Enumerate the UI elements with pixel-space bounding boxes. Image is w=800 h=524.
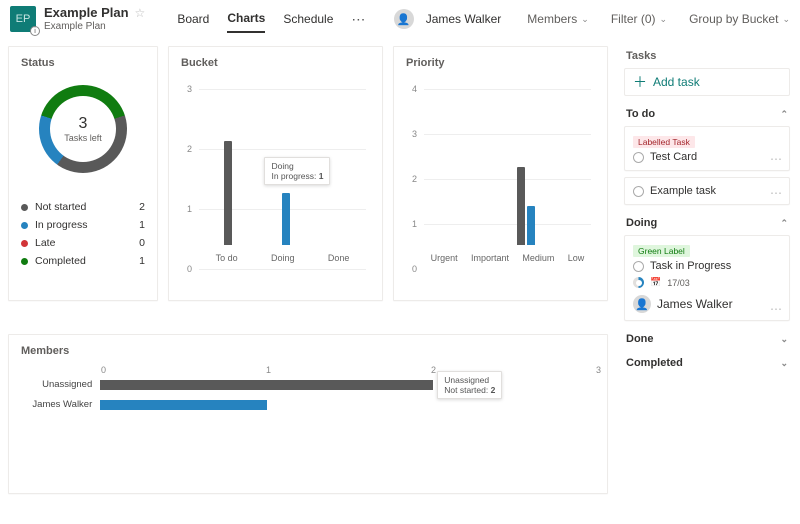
avatar[interactable] xyxy=(394,9,414,29)
status-panel: Status 3 Tasks left Not started 2 In xyxy=(8,46,158,301)
chevron-up-icon: ⌃ xyxy=(780,218,788,229)
members-tooltip: Unassigned Not started: 2 xyxy=(437,371,502,399)
members-panel: Members 0 1 2 3 Unassigned Unassigned No… xyxy=(8,334,608,494)
info-icon[interactable]: i xyxy=(30,26,40,36)
priority-panel: Priority 0 1 2 3 4 xyxy=(393,46,608,301)
status-legend: Not started 2 In progress 1 Late 0 Compl… xyxy=(21,201,145,267)
view-tabs: Board Charts Schedule ⋯ xyxy=(177,5,366,33)
bucket-chart: 0 1 2 3 Doing In progress: 1 xyxy=(187,89,370,269)
priority-col-medium xyxy=(517,167,535,245)
chevron-down-icon: ⌄ xyxy=(782,14,790,25)
chevron-down-icon: ⌄ xyxy=(780,334,788,345)
priority-chart: 0 1 2 3 4 Urge xyxy=(412,89,595,269)
members-chart: 0 1 2 3 Unassigned Unassigned Not starte… xyxy=(21,365,595,415)
sidebar-title: Tasks xyxy=(626,50,790,62)
legend-not-started: Not started 2 xyxy=(21,201,145,213)
panel-title: Bucket xyxy=(181,57,370,69)
plan-title: Example Plan xyxy=(44,5,129,21)
task-title: Example task xyxy=(650,185,716,197)
task-label: Green Label xyxy=(633,245,690,257)
add-task-button[interactable]: ＋ Add task xyxy=(624,68,790,96)
section-doing[interactable]: Doing ⌃ xyxy=(626,217,788,229)
panel-title: Status xyxy=(21,57,145,69)
status-donut: 3 Tasks left xyxy=(39,85,127,173)
tasks-left-count: 3 xyxy=(79,115,88,133)
chevron-up-icon: ⌃ xyxy=(780,109,788,120)
chevron-down-icon: ⌄ xyxy=(581,14,589,25)
legend-late: Late 0 xyxy=(21,237,145,249)
card-menu-icon[interactable]: ⋯ xyxy=(770,302,783,316)
members-row-james: James Walker xyxy=(21,395,595,415)
dot-icon xyxy=(21,258,28,265)
section-completed[interactable]: Completed ⌄ xyxy=(626,357,788,369)
bucket-col-doing: Doing In progress: 1 xyxy=(282,193,290,245)
tasks-left-label: Tasks left xyxy=(64,133,102,143)
card-menu-icon[interactable]: ⋯ xyxy=(770,152,783,166)
filter-button[interactable]: Filter (0)⌄ xyxy=(611,12,667,26)
groupby-button[interactable]: Group by Bucket⌄ xyxy=(689,12,790,26)
bucket-col-todo xyxy=(224,141,232,245)
legend-completed: Completed 1 xyxy=(21,255,145,267)
chevron-down-icon: ⌄ xyxy=(780,358,788,369)
task-assignee: James Walker xyxy=(633,295,781,313)
dot-icon xyxy=(21,204,28,211)
plan-header: EP i Example Plan ☆ Example Plan Board C… xyxy=(0,0,800,38)
section-done[interactable]: Done ⌄ xyxy=(626,333,788,345)
tab-schedule[interactable]: Schedule xyxy=(283,6,333,32)
bucket-tooltip: Doing In progress: 1 xyxy=(264,157,330,185)
members-row-unassigned: Unassigned Unassigned Not started: 2 xyxy=(21,375,595,395)
legend-in-progress: In progress 1 xyxy=(21,219,145,231)
calendar-icon: 📅 xyxy=(650,277,661,288)
chevron-down-icon: ⌄ xyxy=(660,14,668,25)
complete-toggle[interactable] xyxy=(633,186,644,197)
charts-area: Status 3 Tasks left Not started 2 In xyxy=(0,38,620,524)
panel-title: Members xyxy=(21,345,595,357)
plus-icon: ＋ xyxy=(633,75,647,89)
card-menu-icon[interactable]: ⋯ xyxy=(770,186,783,200)
tab-board[interactable]: Board xyxy=(177,6,209,32)
task-title: Task in Progress xyxy=(650,260,731,272)
dot-icon xyxy=(21,240,28,247)
section-todo[interactable]: To do ⌃ xyxy=(626,108,788,120)
current-user: James Walker xyxy=(426,12,502,26)
dot-icon xyxy=(21,222,28,229)
bucket-panel: Bucket 0 1 2 3 Doing xyxy=(168,46,383,301)
progress-icon xyxy=(633,277,644,288)
task-card[interactable]: Example task ⋯ xyxy=(624,177,790,205)
complete-toggle[interactable] xyxy=(633,152,644,163)
due-date: 17/03 xyxy=(667,278,690,288)
complete-toggle[interactable] xyxy=(633,261,644,272)
plan-subtitle: Example Plan xyxy=(44,21,145,33)
members-button[interactable]: Members⌄ xyxy=(527,12,589,26)
task-card[interactable]: Green Label Task in Progress 📅 17/03 ⋯ J… xyxy=(624,235,790,321)
tab-charts[interactable]: Charts xyxy=(227,5,265,33)
task-title: Test Card xyxy=(650,151,697,163)
panel-title: Priority xyxy=(406,57,595,69)
task-label: Labelled Task xyxy=(633,136,695,148)
plan-initials: EP xyxy=(16,13,31,25)
plan-titles: Example Plan ☆ Example Plan xyxy=(44,5,145,33)
task-card[interactable]: Labelled Task Test Card ⋯ xyxy=(624,126,790,171)
plan-tile: EP i xyxy=(10,6,36,32)
more-views-icon[interactable]: ⋯ xyxy=(351,11,366,28)
tasks-sidebar: Tasks ＋ Add task To do ⌃ Labelled Task T… xyxy=(620,38,800,524)
avatar xyxy=(633,295,651,313)
favorite-star-icon[interactable]: ☆ xyxy=(135,6,146,20)
